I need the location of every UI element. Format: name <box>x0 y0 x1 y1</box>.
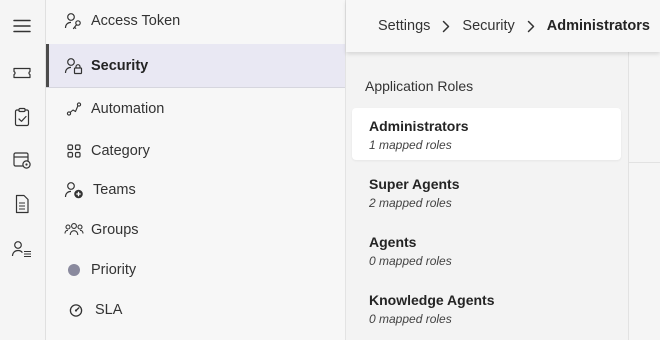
settings-nav: Access Token Security Automation Categor… <box>46 0 346 340</box>
person-key-icon <box>64 11 84 31</box>
nav-item-label: SLA <box>95 302 123 318</box>
breadcrumb-security[interactable]: Security <box>462 18 514 34</box>
role-item-administrators[interactable]: Administrators 1 mapped roles <box>352 108 621 160</box>
document-icon[interactable] <box>10 192 34 216</box>
page-header: Settings Security Administrators <box>346 0 660 52</box>
roles-title: Application Roles <box>365 78 474 94</box>
nav-item-category[interactable]: Category <box>46 131 345 171</box>
breadcrumb-settings[interactable]: Settings <box>378 18 430 34</box>
role-mapped-count: 1 mapped roles <box>369 138 452 152</box>
nav-item-security[interactable]: Security <box>46 44 345 88</box>
nav-item-access-token[interactable]: Access Token <box>46 1 345 41</box>
role-mapped-count: 0 mapped roles <box>369 254 452 268</box>
nav-item-label: Automation <box>91 101 165 117</box>
gauge-icon <box>66 300 86 320</box>
app-rail <box>0 0 46 340</box>
nav-item-priority[interactable]: Priority <box>46 250 345 290</box>
priority-dot-icon <box>64 260 84 280</box>
breadcrumb: Settings Security Administrators <box>378 0 650 52</box>
role-item-super-agents[interactable]: Super Agents 2 mapped roles <box>352 166 621 218</box>
role-name: Knowledge Agents <box>369 292 495 308</box>
person-lock-icon <box>64 56 84 76</box>
people-add-icon <box>64 180 84 200</box>
automation-flow-icon <box>64 99 84 119</box>
role-item-agents[interactable]: Agents 0 mapped roles <box>352 224 621 276</box>
nav-item-groups[interactable]: Groups <box>46 210 345 250</box>
people-list-icon[interactable] <box>10 237 34 261</box>
chevron-right-icon <box>442 20 450 33</box>
hamburger-menu-icon[interactable] <box>10 14 34 38</box>
ticket-icon[interactable] <box>10 61 34 85</box>
people-team-icon <box>64 220 84 240</box>
application-roles-panel: Application Roles Administrators 1 mappe… <box>346 52 629 340</box>
clipboard-check-icon[interactable] <box>10 105 34 129</box>
chevron-right-icon <box>527 20 535 33</box>
breadcrumb-current: Administrators <box>546 18 650 34</box>
role-detail-pane <box>629 52 660 340</box>
nav-item-label: Groups <box>91 222 139 238</box>
nav-item-label: Priority <box>91 262 137 278</box>
nav-item-label: Category <box>91 143 150 159</box>
nav-item-sla[interactable]: SLA <box>46 290 345 330</box>
divider <box>629 162 660 163</box>
nav-item-label: Access Token <box>91 13 181 29</box>
role-name: Administrators <box>369 118 469 134</box>
nav-item-teams[interactable]: Teams <box>46 170 345 210</box>
nav-item-automation[interactable]: Automation <box>46 89 345 129</box>
nav-item-label: Security <box>91 57 149 74</box>
role-mapped-count: 2 mapped roles <box>369 196 452 210</box>
role-item-knowledge-agents[interactable]: Knowledge Agents 0 mapped roles <box>352 282 621 334</box>
role-mapped-count: 0 mapped roles <box>369 312 452 326</box>
role-name: Super Agents <box>369 176 460 192</box>
role-name: Agents <box>369 234 417 250</box>
grid-icon <box>64 141 84 161</box>
nav-item-label: Teams <box>93 182 136 198</box>
calendar-settings-icon[interactable] <box>10 148 34 172</box>
